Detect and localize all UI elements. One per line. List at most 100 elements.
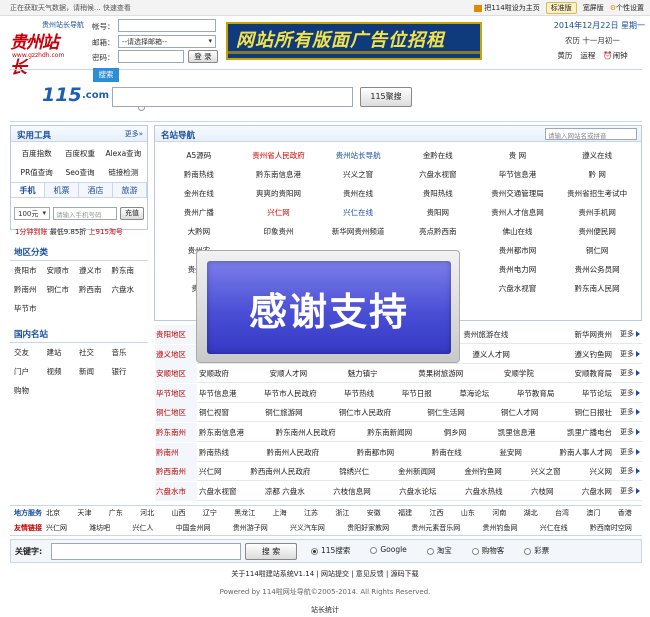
category-link[interactable]: 视频	[47, 362, 80, 381]
keyword-input[interactable]	[51, 543, 241, 560]
region-site-link[interactable]: 瓮安网	[499, 443, 522, 462]
friend-link[interactable]: 潍坊吧	[89, 523, 110, 533]
region-row-name[interactable]: 铜仁地区	[155, 403, 197, 423]
tools-more-link[interactable]: 更多»	[125, 129, 143, 139]
province-link[interactable]: 黑龙江	[234, 508, 255, 518]
region-link[interactable]: 黔西南	[79, 280, 112, 299]
province-link[interactable]: 山东	[461, 508, 475, 518]
region-more-link[interactable]: 更多	[620, 364, 640, 383]
region-site-link[interactable]: 毕节信息港	[199, 384, 237, 403]
friend-link[interactable]: 贵州游子网	[233, 523, 268, 533]
tool-link[interactable]: 百度指数	[15, 144, 58, 163]
province-link[interactable]: 江西	[430, 508, 444, 518]
region-site-link[interactable]: 六盘水论坛	[399, 482, 437, 501]
radio-icon[interactable]	[311, 547, 318, 555]
stats-link[interactable]: 站长统计	[0, 605, 650, 615]
recharge-button[interactable]: 充值	[120, 207, 144, 220]
tool-link[interactable]: PR值查询	[15, 163, 58, 182]
region-site-link[interactable]: 铜仁视窗	[199, 403, 229, 422]
famous-site-link[interactable]: 黔东南人民网	[557, 279, 637, 298]
region-site-link[interactable]: 安顺人才网	[270, 364, 308, 383]
footer-link[interactable]: 意见反馈	[356, 570, 384, 578]
famous-site-link[interactable]: 佛山在线	[478, 222, 558, 241]
region-site-link[interactable]: 黔南都市网	[357, 443, 395, 462]
region-link[interactable]: 毕节市	[14, 299, 47, 318]
radio-icon[interactable]	[426, 547, 434, 555]
huangli-link[interactable]: 黄历	[557, 50, 572, 61]
region-more-link[interactable]: 更多	[620, 403, 640, 422]
friend-link[interactable]: 黔西南时空网	[590, 523, 632, 533]
tool-link[interactable]: Seo查询	[58, 163, 101, 182]
phone-input[interactable]: 请输入手机号码	[53, 207, 117, 220]
region-site-link[interactable]: 安顺教育局	[574, 364, 612, 383]
site-search-input[interactable]: 请输入网站名或拼音	[545, 128, 637, 140]
friend-link[interactable]: 兴仁人	[132, 523, 153, 533]
radio-icon[interactable]	[370, 546, 378, 554]
province-link[interactable]: 湖北	[524, 508, 538, 518]
famous-site-link[interactable]: 贵州省人民政府	[239, 146, 319, 165]
famous-site-link[interactable]: 六盘水视窗	[398, 165, 478, 184]
password-input[interactable]	[118, 50, 184, 63]
region-row-name[interactable]: 黔东南州	[155, 423, 197, 442]
yuncheng-link[interactable]: 运程	[580, 50, 595, 61]
region-site-link[interactable]: 六枝信息网	[333, 482, 371, 501]
region-site-link[interactable]: 黔东南州人民政府	[276, 423, 336, 442]
famous-site-link[interactable]: 贵州公务员网	[557, 260, 637, 279]
amount-select[interactable]: 100元 ▾	[14, 207, 50, 220]
region-site-link[interactable]: 黔南热线	[199, 443, 229, 462]
115-search-button[interactable]: 115聚搜	[360, 87, 412, 107]
famous-site-link[interactable]: 印象贵州	[239, 222, 319, 241]
tab-2[interactable]: 酒店	[79, 183, 113, 197]
search-tab[interactable]: 搜索	[93, 68, 119, 82]
region-site-link[interactable]: 毕节日报	[402, 384, 432, 403]
search-option-radio[interactable]: Google	[370, 545, 407, 556]
set-homepage-link[interactable]: 把114啦设为主页	[474, 3, 540, 13]
famous-site-link[interactable]: 毕节信息港	[478, 165, 558, 184]
radio-icon[interactable]	[524, 547, 532, 555]
region-site-link[interactable]: 铜仁市人民政府	[339, 403, 392, 422]
famous-site-link[interactable]: 贵阳热线	[398, 184, 478, 203]
region-link[interactable]: 铜仁市	[47, 280, 80, 299]
province-link[interactable]: 澳门	[586, 508, 600, 518]
ad-banner[interactable]: 网站所有版面广告位招租	[226, 22, 482, 60]
famous-site-link[interactable]: 铜仁网	[557, 241, 637, 260]
radio-icon[interactable]	[471, 547, 479, 555]
personal-settings-link[interactable]: ⚙个性设置	[610, 3, 644, 13]
region-more-link[interactable]: 更多	[620, 384, 640, 403]
region-site-link[interactable]: 安顺学院	[504, 364, 534, 383]
thanks-overlay[interactable]: 感谢支持	[196, 250, 460, 363]
tool-link[interactable]: 百度权重	[58, 144, 101, 163]
region-link[interactable]: 贵阳市	[14, 261, 47, 280]
famous-site-link[interactable]: 遵义在线	[557, 146, 637, 165]
tool-link[interactable]: Alexa查询	[102, 144, 145, 163]
province-link[interactable]: 河南	[492, 508, 506, 518]
famous-site-link[interactable]: 新华网贵州频道	[318, 222, 398, 241]
friend-link[interactable]: 贵阳好家教网	[347, 523, 389, 533]
province-link[interactable]: 广东	[109, 508, 123, 518]
region-site-link[interactable]: 六枝网	[531, 482, 554, 501]
search-115-input[interactable]	[112, 87, 353, 107]
region-link[interactable]: 安顺市	[47, 261, 80, 280]
friend-link[interactable]: 中国金州网	[176, 523, 211, 533]
region-site-link[interactable]: 毕节市人民政府	[264, 384, 317, 403]
region-row-name[interactable]: 贵阳地区	[155, 325, 197, 344]
region-row-name[interactable]: 毕节地区	[155, 383, 197, 403]
region-site-link[interactable]: 黔东南新闻网	[367, 423, 412, 442]
category-link[interactable]: 社交	[79, 343, 112, 362]
region-site-link[interactable]: 金州新闻网	[398, 462, 436, 481]
tab-0[interactable]: 手机	[11, 183, 45, 197]
region-site-link[interactable]: 黔南州人民政府	[267, 443, 320, 462]
region-site-link[interactable]: 黔南在线	[432, 443, 462, 462]
region-site-link[interactable]: 安顺政府	[199, 364, 229, 383]
region-site-link[interactable]: 魅力镇宁	[348, 364, 378, 383]
region-site-link[interactable]: 铜仁人才网	[501, 403, 539, 422]
search-option-radio[interactable]: 淘宝	[426, 545, 452, 556]
region-site-link[interactable]: 六盘水热线	[465, 482, 503, 501]
standard-version-button[interactable]: 标准版	[545, 2, 577, 14]
tool-link[interactable]: 链接检测	[102, 163, 145, 182]
famous-site-link[interactable]: 黔 网	[557, 165, 637, 184]
province-link[interactable]: 辽宁	[203, 508, 217, 518]
footer-link[interactable]: 网站提交	[321, 570, 349, 578]
region-site-link[interactable]: 金州钓鱼网	[464, 462, 502, 481]
category-link[interactable]: 购物	[14, 381, 47, 400]
